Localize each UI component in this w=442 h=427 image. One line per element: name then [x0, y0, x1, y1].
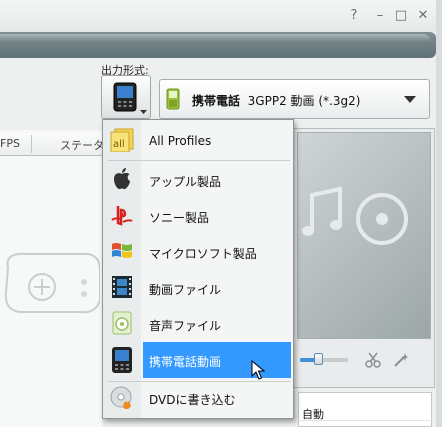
menu-item-label: マイクロソフト製品	[149, 247, 257, 261]
menu-item-label: ソニー製品	[149, 211, 210, 225]
device-illustration	[4, 252, 100, 314]
menu-item-label: アップル製品	[149, 175, 222, 189]
video-preview	[297, 132, 431, 339]
table-row-divider	[298, 420, 432, 421]
window-right-edge	[436, 0, 442, 427]
menu-item-label: 音声ファイル	[149, 319, 222, 333]
menu-item-label: 動画ファイル	[149, 283, 222, 297]
minimize-button[interactable]: –	[373, 9, 387, 23]
menu-item-label: All Profiles	[149, 134, 212, 148]
svg-text:all: all	[113, 139, 125, 150]
profile-category-button[interactable]	[101, 75, 151, 119]
mobile-phone-icon	[113, 82, 137, 112]
windows-icon	[112, 243, 132, 258]
scissors-icon[interactable]	[365, 352, 381, 368]
close-button[interactable]: ✕	[416, 9, 430, 23]
dvd-burn-icon	[110, 386, 132, 409]
maximize-button[interactable]: □	[394, 9, 408, 23]
all-profiles-icon: all	[110, 128, 134, 152]
dropdown-arrow-icon[interactable]	[404, 96, 416, 103]
column-fps[interactable]: FPS	[0, 137, 20, 150]
format-category: 携帯電話	[192, 94, 241, 108]
chevron-down-icon	[140, 110, 147, 114]
media-placeholder-icon	[302, 186, 408, 245]
menu-separator	[108, 160, 290, 161]
seek-handle[interactable]	[314, 353, 323, 365]
mobile-phone-icon	[112, 347, 132, 373]
help-icon[interactable]: ?	[347, 9, 361, 23]
audio-icon	[112, 311, 132, 335]
banner-highlight	[0, 34, 430, 42]
menu-separator	[108, 381, 290, 382]
menu-item-label: 携帯電話動画	[149, 355, 222, 369]
playstation-icon	[111, 206, 133, 226]
output-format-value: 携帯電話 3GPP2 動画 (*.3g2)	[192, 92, 360, 109]
wand-icon[interactable]	[393, 352, 409, 368]
phone-format-icon	[166, 88, 180, 110]
format-name: 3GPP2 動画 (*.3g2)	[247, 94, 361, 108]
mouse-cursor-icon	[251, 360, 265, 380]
menu-item-label: DVDに書き込む	[149, 393, 236, 407]
apple-icon	[114, 168, 130, 190]
column-divider	[31, 135, 32, 153]
film-icon	[112, 276, 132, 298]
